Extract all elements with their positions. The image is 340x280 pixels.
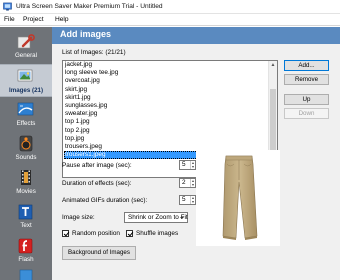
sidebar-item-label: Sounds xyxy=(15,154,37,161)
list-item[interactable]: overcoat.jpg xyxy=(64,77,268,85)
sidebar-item-label: Text xyxy=(20,222,32,229)
list-item[interactable]: skirt.jpg xyxy=(64,86,268,94)
gif-duration-label: Animated GIFs duration (sec): xyxy=(62,197,148,204)
panel-title: Add images xyxy=(60,29,112,39)
speaker-icon xyxy=(19,135,33,152)
photo-icon xyxy=(17,69,33,82)
list-item[interactable]: top 2.jpg xyxy=(64,127,268,135)
effects-icon xyxy=(17,102,34,116)
sidebar-item-label: General xyxy=(14,52,37,59)
film-icon xyxy=(21,170,31,185)
flash-icon xyxy=(18,238,33,254)
menu-bar: File Project Help xyxy=(0,14,340,26)
more-icon xyxy=(19,269,33,280)
scroll-up-icon[interactable]: ▲ xyxy=(269,61,277,70)
pause-label: Pause after image (sec): xyxy=(62,162,132,169)
spin-arrows-icon[interactable] xyxy=(190,161,195,169)
shuffle-images-checkbox[interactable] xyxy=(126,230,133,237)
sidebar-item-label: Flash xyxy=(18,256,34,263)
sidebar-item-effects[interactable]: Effects xyxy=(0,98,52,131)
sidebar-item-images[interactable]: Images (21) xyxy=(0,64,52,97)
app-icon xyxy=(3,2,12,11)
pause-spinner[interactable]: 5 xyxy=(179,160,196,170)
image-preview xyxy=(196,150,280,246)
list-item[interactable]: jacket.jpg xyxy=(64,61,268,69)
sidebar-item-more[interactable] xyxy=(0,268,52,280)
menu-file[interactable]: File xyxy=(4,16,15,23)
list-item[interactable]: top.jpg xyxy=(64,135,268,143)
image-list-label: List of Images: (21/21) xyxy=(62,49,126,56)
duration-spinner[interactable]: 2 xyxy=(179,178,196,188)
trousers-preview-image xyxy=(222,155,258,240)
sidebar-item-text[interactable]: Text xyxy=(0,200,52,233)
remove-button[interactable]: Remove xyxy=(284,74,329,85)
sidebar-item-flash[interactable]: Flash xyxy=(0,234,52,267)
random-position-checkbox[interactable] xyxy=(62,230,69,237)
background-of-images-button[interactable]: Background of Images xyxy=(62,246,136,260)
sidebar: General Images (21) Effects Sounds Movie… xyxy=(0,27,52,280)
gif-duration-spinner[interactable]: 5 xyxy=(179,195,196,205)
panel-header: Add images xyxy=(52,27,340,44)
sidebar-item-label: Effects xyxy=(16,120,36,127)
text-icon xyxy=(18,204,33,220)
up-button[interactable]: Up xyxy=(284,94,329,105)
list-item[interactable]: sweater.jpg xyxy=(64,110,268,118)
sidebar-item-movies[interactable]: Movies xyxy=(0,166,52,199)
chevron-down-icon xyxy=(180,217,184,219)
sidebar-item-sounds[interactable]: Sounds xyxy=(0,132,52,165)
sidebar-item-label: Movies xyxy=(16,188,36,195)
duration-label: Duration of effects (sec): xyxy=(62,180,132,187)
spin-arrows-icon[interactable] xyxy=(190,179,195,187)
down-button[interactable]: Down xyxy=(284,108,329,119)
menu-help[interactable]: Help xyxy=(55,16,69,23)
image-size-select[interactable]: Shrink or Zoom to Fit xyxy=(124,212,188,223)
shuffle-images-label[interactable]: Shuffle images xyxy=(136,230,178,237)
image-size-label: Image size: xyxy=(62,214,95,221)
title-bar: Ultra Screen Saver Maker Premium Trial -… xyxy=(0,0,340,14)
sidebar-item-label: Images (21) xyxy=(8,87,44,94)
gif-duration-value: 5 xyxy=(182,196,186,203)
wrench-icon xyxy=(17,34,35,49)
pause-value: 5 xyxy=(182,161,186,168)
list-item[interactable]: long sleeve tee.jpg xyxy=(64,69,268,77)
spin-arrows-icon[interactable] xyxy=(190,196,195,204)
list-item[interactable]: top 1.jpg xyxy=(64,118,268,126)
menu-project[interactable]: Project xyxy=(23,16,44,23)
random-position-label[interactable]: Random position xyxy=(72,230,120,237)
list-item[interactable]: sunglasses.jpg xyxy=(64,102,268,110)
list-item[interactable]: skirt1.jpg xyxy=(64,94,268,102)
sidebar-item-general[interactable]: General xyxy=(0,30,52,63)
window-title: Ultra Screen Saver Maker Premium Trial -… xyxy=(16,3,163,10)
image-size-value: Shrink or Zoom to Fit xyxy=(128,214,188,221)
duration-value: 2 xyxy=(182,179,186,186)
add-button[interactable]: Add... xyxy=(284,60,329,71)
